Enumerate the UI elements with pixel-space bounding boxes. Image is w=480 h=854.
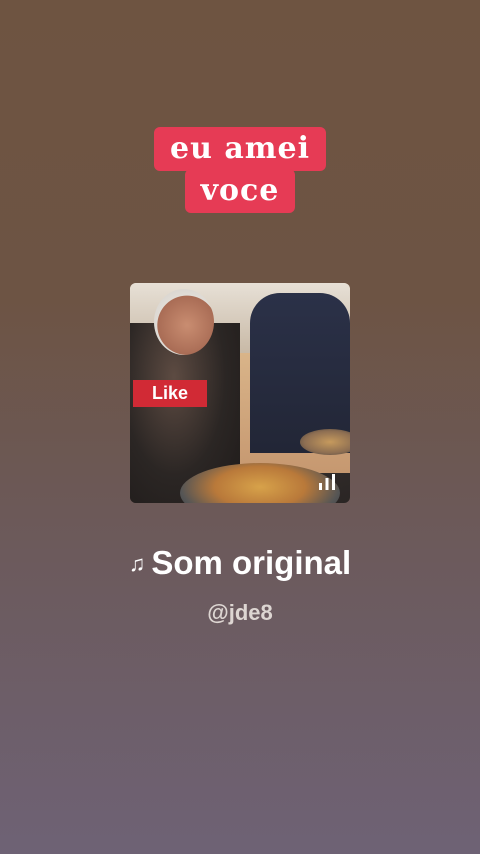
audio-title-row[interactable]: ♫ Som original <box>0 544 480 582</box>
creator-handle[interactable]: @jde8 <box>0 600 480 626</box>
person-left-head <box>154 289 214 355</box>
like-label: Like <box>133 380 207 407</box>
audio-bars-icon <box>319 474 335 490</box>
sticker-line-1: eu amei <box>153 127 326 171</box>
sticker-line-2: voce <box>184 169 296 213</box>
music-note-icon: ♫ <box>128 551 146 576</box>
audio-title: Som original <box>151 544 352 581</box>
video-thumbnail[interactable]: Like <box>130 283 350 503</box>
text-sticker: eu amei voce <box>0 127 480 213</box>
